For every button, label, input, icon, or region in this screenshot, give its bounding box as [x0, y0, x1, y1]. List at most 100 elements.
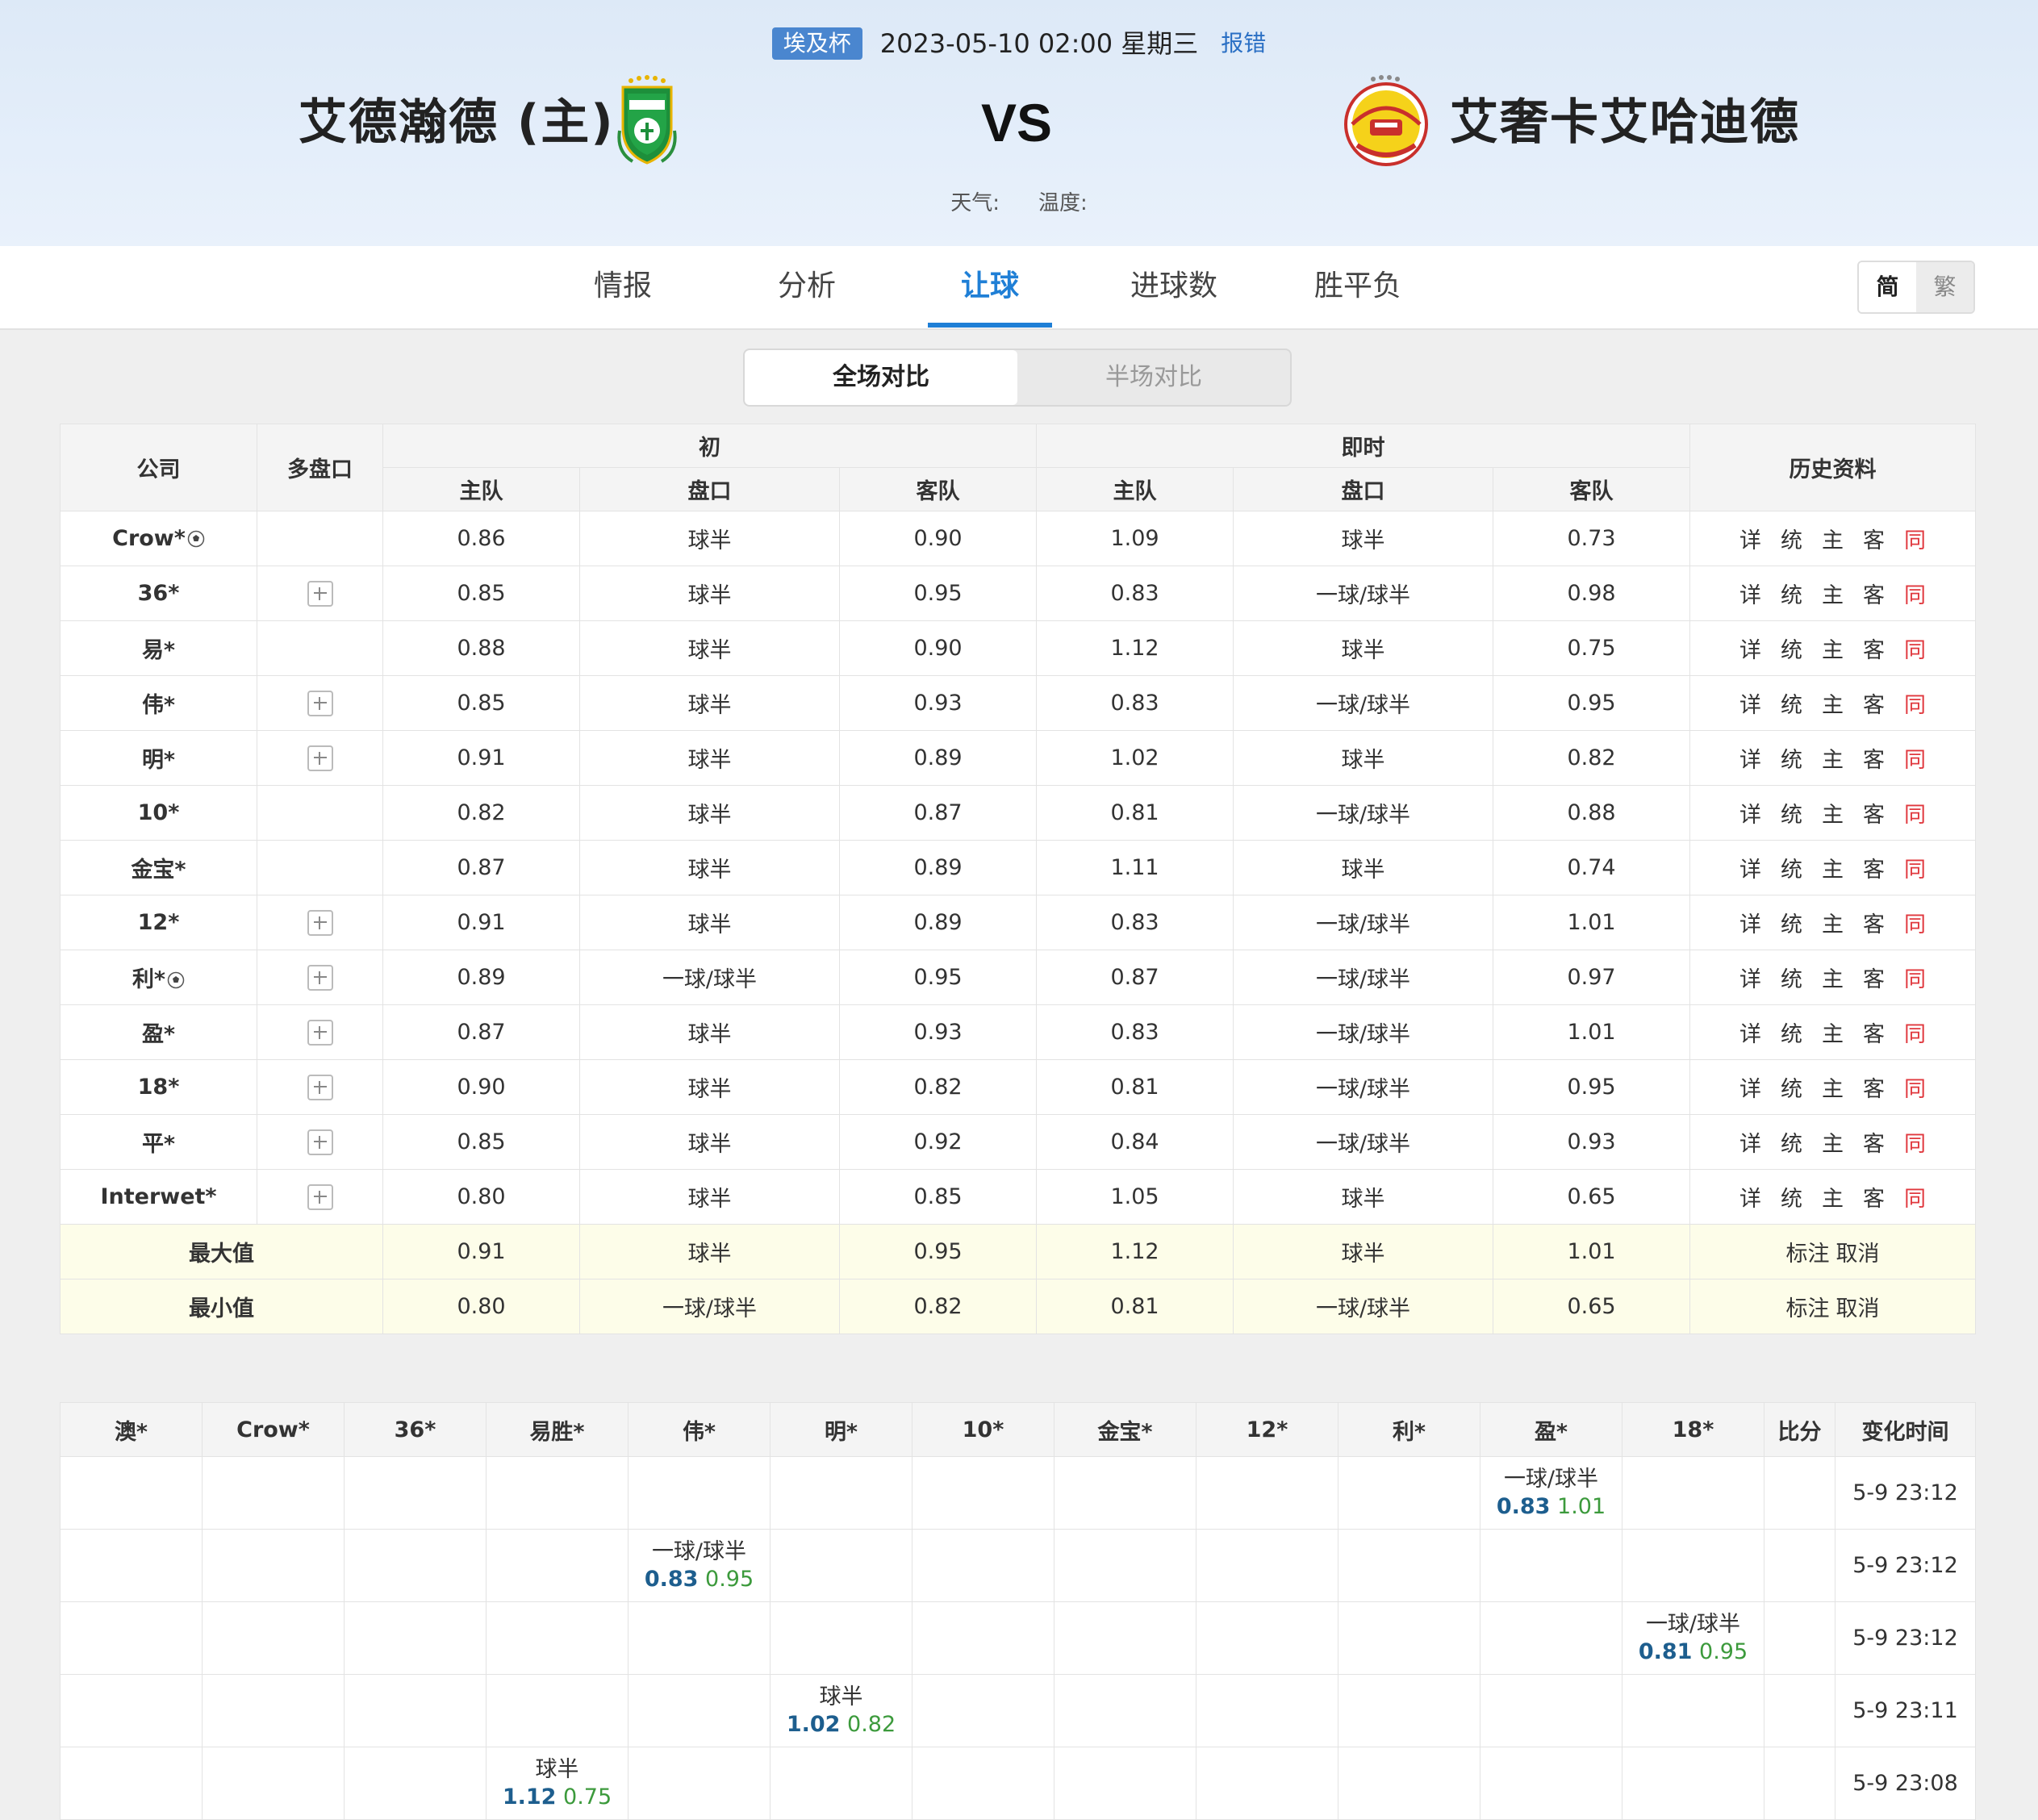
history-link[interactable]: 主 [1822, 742, 1844, 774]
history-link[interactable]: 同 [1904, 687, 1926, 719]
history-link[interactable]: 统 [1781, 1016, 1802, 1048]
history-link[interactable]: 详 [1739, 578, 1761, 609]
expand-plus-icon[interactable] [307, 1183, 333, 1210]
company-cell[interactable]: Crow* [60, 511, 257, 566]
history-link[interactable]: 同 [1904, 1181, 1926, 1213]
history-link[interactable]: 客 [1863, 1126, 1885, 1158]
simplified-chinese-button[interactable]: 简 [1859, 262, 1916, 312]
history-link[interactable]: 同 [1904, 1126, 1926, 1158]
history-link[interactable]: 详 [1739, 852, 1761, 883]
company-cell[interactable]: Interwet* [60, 1169, 257, 1225]
away-team-name[interactable]: 艾奢卡艾哈迪德 [1450, 90, 1800, 155]
expand-plus-icon[interactable] [307, 690, 333, 716]
home-team-name[interactable]: 艾德瀚德 (主) [299, 90, 615, 155]
history-link[interactable]: 统 [1781, 1181, 1802, 1213]
company-name[interactable]: 12* [138, 910, 180, 935]
history-link[interactable]: 主 [1822, 1126, 1844, 1158]
history-link[interactable]: 统 [1781, 852, 1802, 883]
tab-intel[interactable]: 情报 [581, 246, 665, 327]
history-link[interactable]: 主 [1822, 852, 1844, 883]
company-name[interactable]: 金宝* [131, 858, 186, 883]
company-cell[interactable]: 18* [60, 1059, 257, 1115]
expand-plus-icon[interactable] [307, 1074, 333, 1100]
expand-plus-icon[interactable] [307, 745, 333, 771]
company-name[interactable]: Crow* [112, 526, 186, 551]
history-link[interactable]: 主 [1822, 1071, 1844, 1103]
history-link[interactable]: 同 [1904, 632, 1926, 664]
full-time-compare-button[interactable]: 全场对比 [745, 350, 1017, 405]
history-link[interactable]: 客 [1863, 687, 1885, 719]
history-link[interactable]: 详 [1739, 1016, 1761, 1048]
tab-handicap[interactable]: 让球 [928, 246, 1052, 328]
company-cell[interactable]: 金宝* [60, 840, 257, 895]
history-link[interactable]: 客 [1863, 1181, 1885, 1213]
history-link[interactable]: 同 [1904, 578, 1926, 609]
company-name[interactable]: 36* [138, 581, 180, 606]
company-name[interactable]: 平* [142, 1132, 175, 1157]
company-name[interactable]: 18* [138, 1075, 180, 1100]
history-link[interactable]: 同 [1904, 1071, 1926, 1103]
history-link[interactable]: 统 [1781, 578, 1802, 609]
history-link[interactable]: 统 [1781, 687, 1802, 719]
history-link[interactable]: 详 [1739, 632, 1761, 664]
history-link[interactable]: 客 [1863, 1016, 1885, 1048]
history-link[interactable]: 客 [1863, 742, 1885, 774]
company-name[interactable]: 易* [142, 638, 175, 663]
history-link[interactable]: 客 [1863, 962, 1885, 993]
history-link[interactable]: 详 [1739, 907, 1761, 938]
tab-analysis[interactable]: 分析 [765, 246, 849, 327]
history-link[interactable]: 客 [1863, 523, 1885, 554]
cancel-link[interactable]: 取消 [1836, 1242, 1880, 1267]
expand-plus-icon[interactable] [307, 580, 333, 607]
history-link[interactable]: 主 [1822, 578, 1844, 609]
history-link[interactable]: 主 [1822, 1181, 1844, 1213]
history-link[interactable]: 详 [1739, 523, 1761, 554]
history-link[interactable]: 统 [1781, 742, 1802, 774]
history-link[interactable]: 详 [1739, 687, 1761, 719]
history-link[interactable]: 详 [1739, 1126, 1761, 1158]
history-link[interactable]: 主 [1822, 797, 1844, 829]
report-error-link[interactable]: 报错 [1221, 26, 1266, 61]
history-link[interactable]: 同 [1904, 962, 1926, 993]
company-cell[interactable]: 伟* [60, 675, 257, 731]
history-link[interactable]: 同 [1904, 907, 1926, 938]
history-link[interactable]: 主 [1822, 907, 1844, 938]
history-link[interactable]: 统 [1781, 907, 1802, 938]
tab-1x2[interactable]: 胜平负 [1307, 246, 1409, 327]
history-link[interactable]: 详 [1739, 797, 1761, 829]
traditional-chinese-button[interactable]: 繁 [1916, 262, 1973, 312]
tab-goals[interactable]: 进球数 [1123, 246, 1225, 327]
mark-link[interactable]: 标注 [1786, 1296, 1830, 1321]
history-link[interactable]: 同 [1904, 797, 1926, 829]
history-link[interactable]: 客 [1863, 578, 1885, 609]
history-link[interactable]: 客 [1863, 797, 1885, 829]
history-link[interactable]: 统 [1781, 1126, 1802, 1158]
history-link[interactable]: 客 [1863, 1071, 1885, 1103]
company-cell[interactable]: 12* [60, 895, 257, 950]
home-team-logo-icon[interactable] [613, 74, 681, 168]
history-link[interactable]: 主 [1822, 523, 1844, 554]
company-cell[interactable]: 10* [60, 785, 257, 841]
history-link[interactable]: 客 [1863, 632, 1885, 664]
history-link[interactable]: 同 [1904, 852, 1926, 883]
history-link[interactable]: 详 [1739, 962, 1761, 993]
company-cell[interactable]: 平* [60, 1114, 257, 1170]
history-link[interactable]: 同 [1904, 1016, 1926, 1048]
company-cell[interactable]: 易* [60, 620, 257, 676]
half-time-compare-button[interactable]: 半场对比 [1017, 350, 1290, 405]
expand-plus-icon[interactable] [307, 1019, 333, 1046]
history-link[interactable]: 同 [1904, 523, 1926, 554]
company-name[interactable]: 明* [142, 748, 175, 773]
expand-plus-icon[interactable] [307, 964, 333, 991]
cancel-link[interactable]: 取消 [1836, 1296, 1880, 1321]
company-name[interactable]: Interwet* [100, 1184, 216, 1209]
company-name[interactable]: 盈* [142, 1022, 175, 1047]
history-link[interactable]: 同 [1904, 742, 1926, 774]
company-cell[interactable]: 明* [60, 730, 257, 786]
history-link[interactable]: 客 [1863, 907, 1885, 938]
history-link[interactable]: 统 [1781, 797, 1802, 829]
history-link[interactable]: 详 [1739, 742, 1761, 774]
expand-plus-icon[interactable] [307, 1129, 333, 1155]
history-link[interactable]: 主 [1822, 687, 1844, 719]
history-link[interactable]: 主 [1822, 1016, 1844, 1048]
